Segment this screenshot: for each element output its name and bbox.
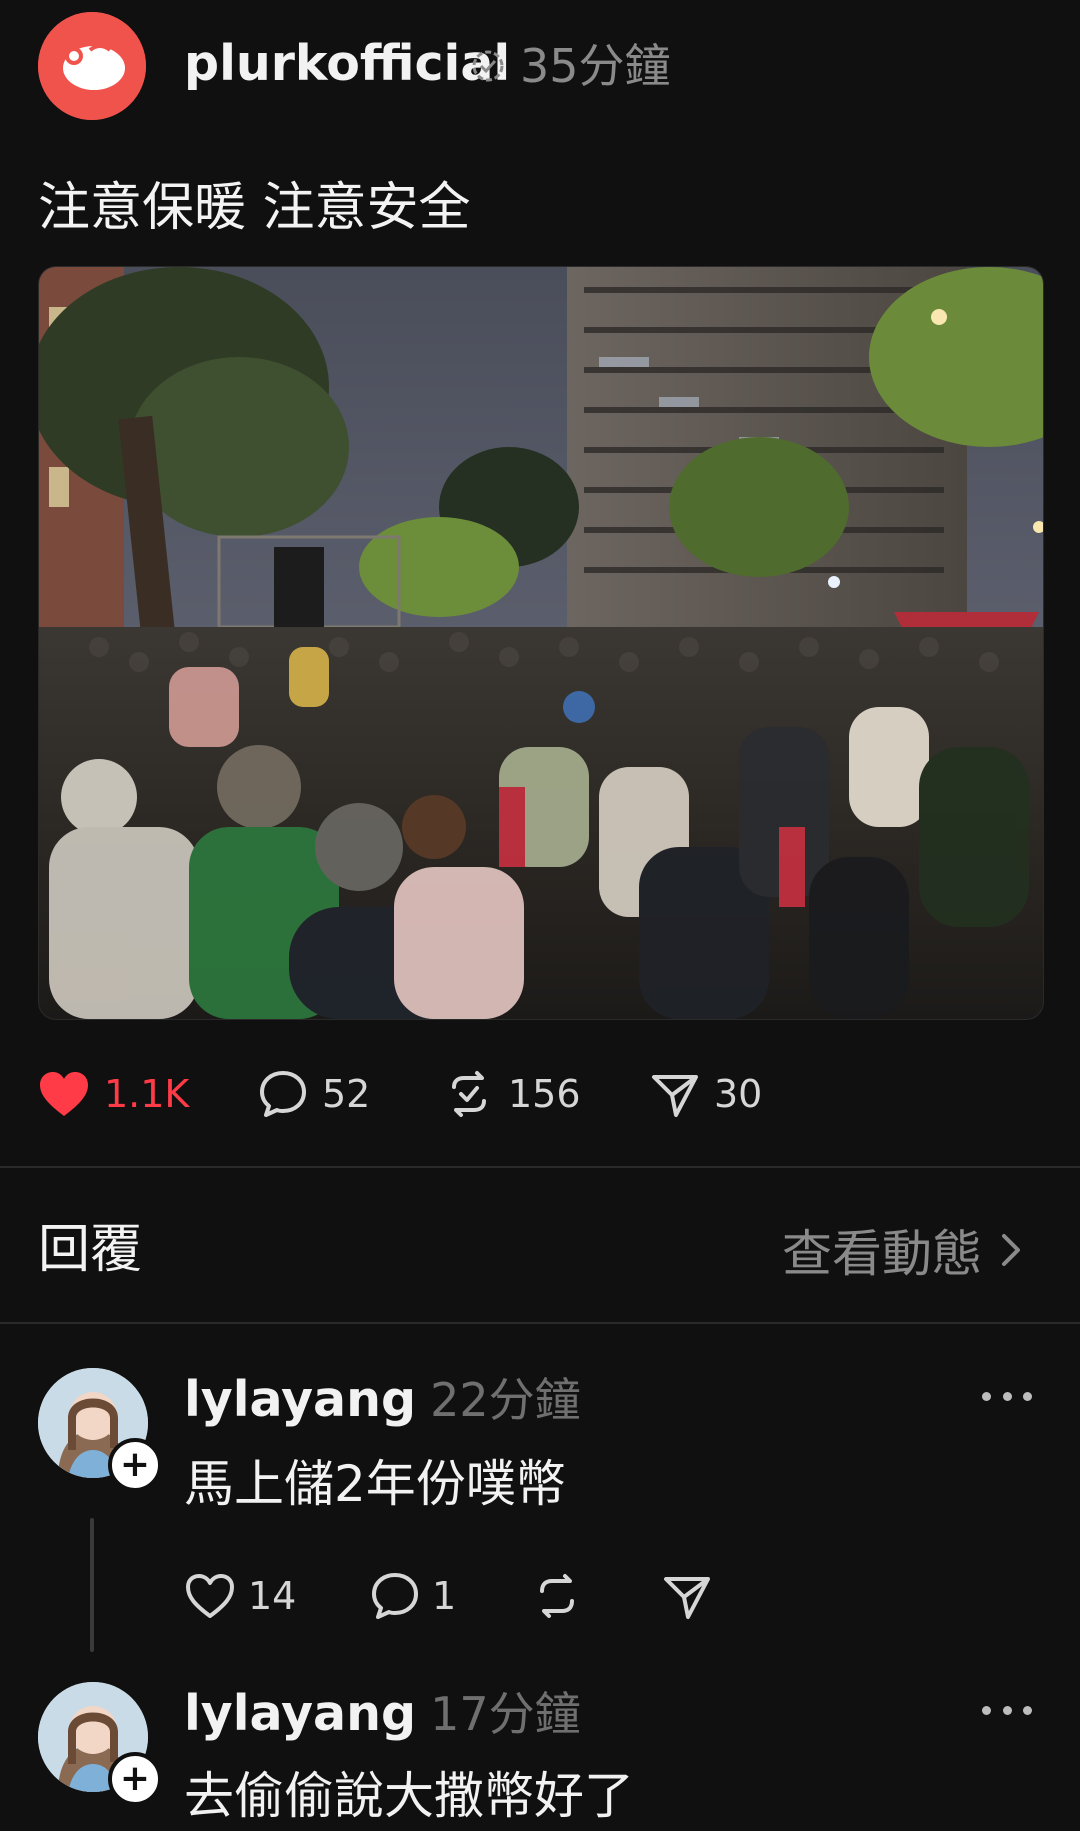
comment-count: 52	[322, 1072, 371, 1116]
replurk-count: 156	[508, 1072, 581, 1116]
post-text: 注意保暖 注意安全	[38, 178, 471, 238]
comment-timestamp: 22分鐘	[430, 1373, 581, 1427]
like-count: 1.1K	[104, 1072, 190, 1116]
comment-text: 去偷偷說大撒幣好了	[184, 1767, 634, 1825]
crowd-night-photo	[39, 267, 1043, 1019]
divider	[0, 1166, 1080, 1168]
comment-icon	[260, 1071, 306, 1117]
comment-button[interactable]: 52	[258, 1064, 370, 1124]
comment-replurk-button[interactable]	[532, 1566, 582, 1626]
comment-reply-button[interactable]: 1	[370, 1566, 456, 1626]
heart-filled-icon	[40, 1072, 88, 1116]
view-activity-label: 查看動態	[782, 1225, 982, 1283]
share-count: 30	[714, 1072, 763, 1116]
chevron-right-icon	[1002, 1234, 1020, 1266]
more-options-icon[interactable]	[982, 1388, 1032, 1404]
replurk-icon	[540, 1574, 574, 1618]
replurk-icon	[452, 1071, 486, 1117]
comment-like-button[interactable]: 14	[184, 1566, 296, 1626]
comment-reply-count: 1	[432, 1574, 457, 1618]
share-icon	[652, 1075, 698, 1117]
comment-username[interactable]: lylayang	[184, 1370, 416, 1430]
comment-timestamp: 17分鐘	[430, 1687, 581, 1741]
plurk-logo-icon	[38, 12, 146, 120]
view-activity-link[interactable]: 查看動態	[782, 1218, 1026, 1283]
divider	[0, 1322, 1080, 1324]
replies-title: 回覆	[38, 1220, 143, 1280]
comment-text: 馬上儲2年份噗幣	[184, 1455, 566, 1513]
thread-line	[90, 1518, 94, 1652]
author-username[interactable]: plurkofficial	[184, 34, 510, 94]
author-avatar[interactable]	[38, 12, 146, 120]
post-photo[interactable]	[38, 266, 1044, 1020]
more-options-icon[interactable]	[982, 1702, 1032, 1718]
comment-like-count: 14	[248, 1574, 297, 1618]
comment-username[interactable]: lylayang	[184, 1684, 416, 1744]
verified-icon	[472, 50, 504, 82]
comment-share-button[interactable]	[662, 1566, 712, 1626]
follow-plus-icon[interactable]: +	[108, 1752, 162, 1806]
comment-icon	[372, 1573, 418, 1619]
share-icon	[664, 1577, 710, 1619]
share-button[interactable]: 30	[650, 1064, 762, 1124]
post-timestamp: 35分鐘	[520, 39, 671, 93]
follow-plus-icon[interactable]: +	[108, 1438, 162, 1492]
replurk-button[interactable]: 156	[444, 1064, 581, 1124]
heart-outline-icon	[186, 1574, 234, 1618]
like-button[interactable]: 1.1K	[38, 1064, 189, 1124]
